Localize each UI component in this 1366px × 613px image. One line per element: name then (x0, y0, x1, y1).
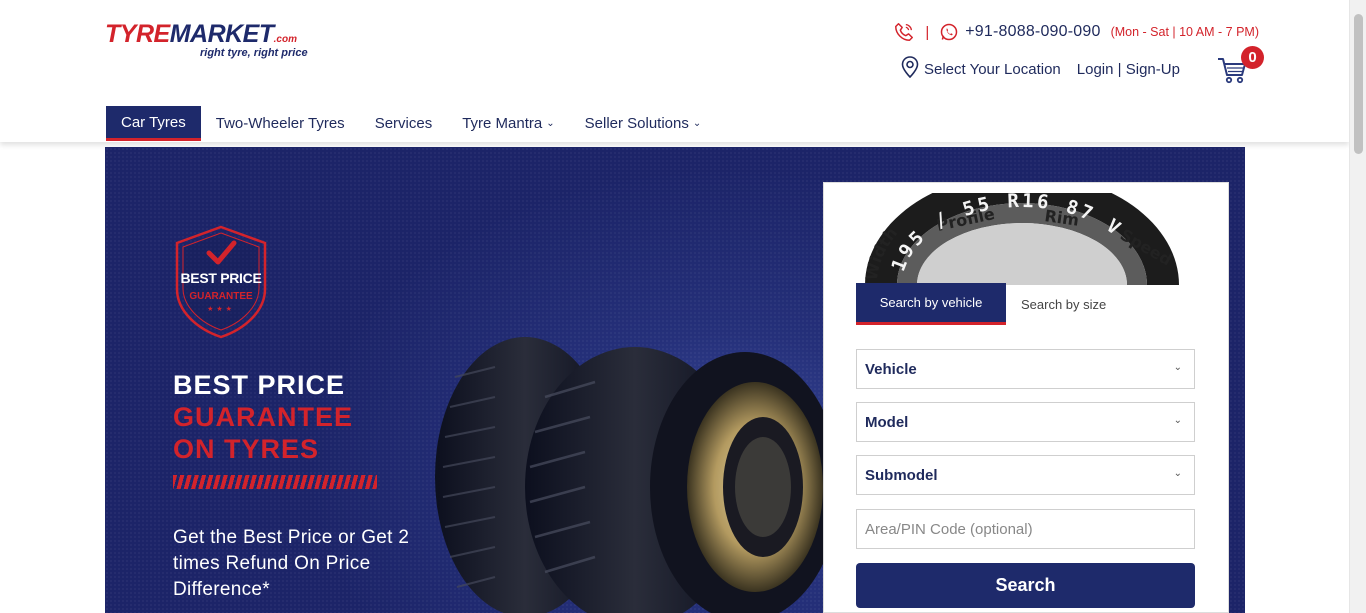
best-price-badge: BEST PRICE GUARANTEE ★★★ (173, 225, 269, 339)
tab-search-by-size[interactable]: Search by size (1006, 283, 1121, 325)
chevron-down-icon: ⌄ (692, 118, 702, 129)
logo-wordmark: TYREMARKET.com (105, 20, 297, 48)
whatsapp-icon[interactable] (939, 22, 959, 42)
location-pin-icon (901, 56, 919, 82)
nav-label: Car Tyres (121, 113, 186, 131)
model-select-value: Model (865, 413, 909, 431)
phone-icon[interactable] (893, 21, 915, 43)
main-nav: Car Tyres Two-Wheeler Tyres Services Tyr… (106, 106, 716, 141)
chevron-down-icon: ⌄ (1173, 415, 1182, 426)
cart-button[interactable]: 0 (1216, 46, 1266, 86)
model-select[interactable]: Model ⌄ (856, 402, 1195, 442)
utility-bar: Select Your Location Login | Sign-Up (901, 56, 1180, 82)
nav-label: Services (374, 115, 433, 132)
nav-seller-solutions[interactable]: Seller Solutions ⌄ (570, 106, 717, 141)
vehicle-select[interactable]: Vehicle ⌄ (856, 349, 1195, 389)
nav-tyre-mantra[interactable]: Tyre Mantra ⌄ (447, 106, 569, 141)
search-tabs: Search by vehicle Search by size (856, 283, 1121, 325)
vehicle-select-value: Vehicle (865, 360, 917, 378)
hero-headline: BEST PRICE GUARANTEE ON TYRES (173, 369, 353, 465)
nav-label: Tyre Mantra (462, 115, 543, 132)
search-button[interactable]: Search (856, 563, 1195, 608)
submodel-select-value: Submodel (865, 466, 938, 484)
auth-separator: | (1117, 60, 1122, 78)
scrollbar-thumb[interactable] (1354, 14, 1363, 154)
chevron-down-icon: ⌄ (546, 118, 555, 129)
submodel-select[interactable]: Submodel ⌄ (856, 455, 1195, 495)
tyremarket-logo[interactable]: TYREMARKET.com right tyre, right price (105, 20, 335, 64)
chevron-down-icon: ⌄ (1173, 468, 1182, 479)
nav-two-wheeler-tyres[interactable]: Two-Wheeler Tyres (201, 106, 360, 141)
phone-number[interactable]: +91-8088-090-090 (965, 23, 1100, 41)
tyre-search-panel: Width Profile Rim Speed 195 / 55 R16 87 … (823, 182, 1229, 613)
signup-link[interactable]: Sign-Up (1126, 61, 1180, 78)
page-scrollbar[interactable] (1349, 0, 1366, 613)
pin-code-placeholder: Area/PIN Code (optional) (865, 520, 1033, 538)
hero-subtext: Get the Best Price or Get 2 times Refund… (173, 527, 410, 600)
headline-line3: ON TYRES (173, 434, 320, 464)
tyre-size-diagram: Width Profile Rim Speed 195 / 55 R16 87 … (862, 193, 1179, 285)
nav-services[interactable]: Services (360, 106, 448, 141)
nav-label: Seller Solutions (584, 115, 689, 132)
badge-stars: ★★★ (207, 306, 235, 313)
pin-code-input[interactable]: Area/PIN Code (optional) (856, 509, 1195, 549)
select-location-button[interactable]: Select Your Location (901, 56, 1061, 82)
nav-label: Two-Wheeler Tyres (215, 115, 345, 132)
headline-line2: GUARANTEE (173, 402, 354, 432)
tab-search-by-vehicle[interactable]: Search by vehicle (856, 283, 1006, 325)
business-hours: (Mon - Sat | 10 AM - 7 PM) (1110, 25, 1259, 39)
tyre-stack-image (435, 337, 835, 613)
location-label: Select Your Location (924, 60, 1061, 78)
cart-count-badge: 0 (1241, 46, 1264, 69)
headline-line1: BEST PRICE (173, 370, 346, 400)
decorative-stripe (173, 475, 377, 489)
badge-line1: BEST PRICE (180, 270, 262, 286)
contact-separator: | (925, 23, 930, 41)
login-link[interactable]: Login (1077, 61, 1114, 78)
contact-bar: | +91-8088-090-090 (Mon - Sat | 10 AM - … (893, 21, 1259, 43)
page: TYREMARKET.com right tyre, right price |… (0, 0, 1366, 613)
nav-car-tyres[interactable]: Car Tyres (106, 106, 201, 141)
site-header: TYREMARKET.com right tyre, right price |… (0, 0, 1349, 142)
chevron-down-icon: ⌄ (1173, 362, 1182, 373)
auth-links: Login | Sign-Up (1077, 61, 1180, 78)
logo-tagline: right tyre, right price (200, 47, 308, 59)
badge-line2: GUARANTEE (189, 291, 253, 302)
